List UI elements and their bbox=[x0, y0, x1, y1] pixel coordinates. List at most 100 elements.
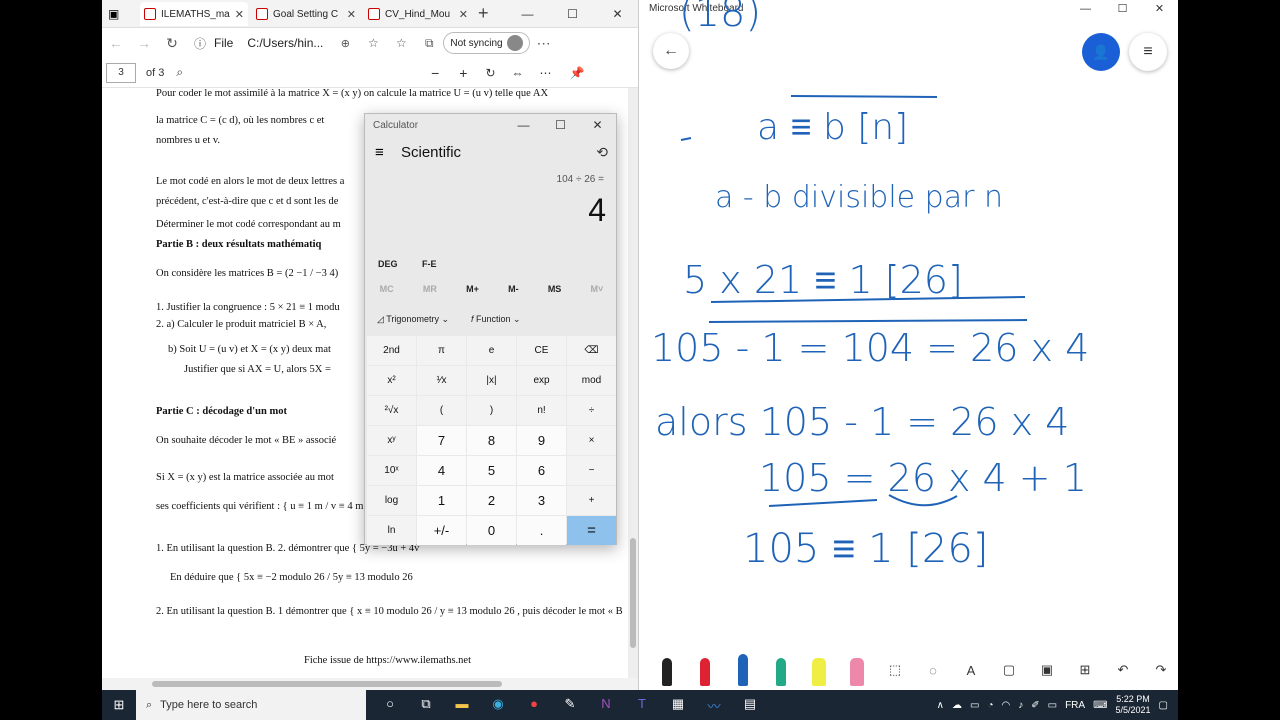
minimize-icon[interactable]: — bbox=[505, 114, 542, 136]
lasso-icon[interactable]: ◌ bbox=[919, 663, 947, 678]
key-0[interactable]: 0 bbox=[467, 516, 516, 545]
key-negate[interactable]: +/- bbox=[417, 516, 466, 545]
memory-list-button[interactable]: M˅ bbox=[591, 284, 604, 294]
calculator-app-icon[interactable]: ▦ bbox=[664, 696, 692, 715]
clock[interactable]: 5:22 PM 5/5/2021 bbox=[1116, 694, 1151, 716]
key-7[interactable]: 7 bbox=[417, 426, 466, 455]
red-pen-tool[interactable] bbox=[691, 654, 719, 686]
key-2[interactable]: 2 bbox=[467, 486, 516, 515]
maximize-icon[interactable]: ☐ bbox=[542, 114, 579, 136]
task-view-icon[interactable]: ⧉ bbox=[412, 696, 440, 715]
key-open-paren[interactable]: ( bbox=[417, 396, 466, 425]
battery-icon[interactable]: ▭ bbox=[1048, 700, 1057, 711]
redo-icon[interactable]: ↷ bbox=[1147, 662, 1175, 678]
m-plus-button[interactable]: M+ bbox=[466, 284, 479, 294]
maximize-icon[interactable]: ☐ bbox=[550, 0, 595, 28]
rotate-icon[interactable]: ↻ bbox=[485, 66, 495, 80]
add-icon[interactable]: ⊞ bbox=[1071, 662, 1099, 678]
pin-icon[interactable]: 📌 bbox=[570, 66, 585, 80]
close-icon[interactable]: ✕ bbox=[459, 8, 468, 21]
hamburger-menu-icon[interactable]: ≡ bbox=[375, 144, 384, 161]
collections-icon[interactable]: ⧉ bbox=[415, 36, 443, 51]
teams-icon[interactable]: T bbox=[628, 696, 656, 715]
file-explorer-icon[interactable]: ▬ bbox=[448, 696, 476, 715]
minimize-icon[interactable]: — bbox=[505, 0, 550, 28]
key-e[interactable]: e bbox=[467, 336, 516, 365]
key-minus[interactable]: − bbox=[567, 456, 616, 485]
key-close-paren[interactable]: ) bbox=[467, 396, 516, 425]
close-icon[interactable]: ✕ bbox=[235, 8, 244, 21]
chrome-icon[interactable]: ● bbox=[520, 696, 548, 715]
mc-button[interactable]: MC bbox=[380, 284, 394, 294]
key-square[interactable]: x² bbox=[367, 366, 416, 395]
tab-actions-icon[interactable]: ▣ bbox=[108, 7, 119, 21]
note-icon[interactable]: ▢ bbox=[995, 662, 1023, 678]
m-minus-button[interactable]: M- bbox=[508, 284, 519, 294]
angle-mode-button[interactable]: DEG bbox=[378, 259, 398, 269]
key-exp[interactable]: exp bbox=[517, 366, 566, 395]
key-log[interactable]: log bbox=[367, 486, 416, 515]
key-divide[interactable]: ÷ bbox=[567, 396, 616, 425]
key-reciprocal[interactable]: ¹⁄x bbox=[417, 366, 466, 395]
eraser-icon[interactable]: ⬚ bbox=[881, 662, 909, 678]
key-factorial[interactable]: n! bbox=[517, 396, 566, 425]
key-ln[interactable]: ln bbox=[367, 516, 416, 545]
forward-icon[interactable]: → bbox=[130, 35, 158, 51]
windows-start-icon[interactable]: ⊞ bbox=[102, 697, 136, 713]
backspace-icon[interactable]: ⌫ bbox=[567, 336, 616, 365]
back-icon[interactable]: ← bbox=[102, 35, 130, 51]
fe-button[interactable]: F-E bbox=[422, 259, 437, 269]
key-plus[interactable]: + bbox=[567, 486, 616, 515]
green-pen-tool[interactable] bbox=[767, 654, 795, 686]
language-indicator[interactable]: FRA bbox=[1065, 700, 1085, 711]
vertical-scrollbar[interactable] bbox=[628, 88, 638, 678]
fit-page-icon[interactable]: ⇔ bbox=[512, 66, 524, 80]
yellow-highlighter-tool[interactable] bbox=[805, 654, 833, 686]
key-abs[interactable]: |x| bbox=[467, 366, 516, 395]
cloud-icon[interactable]: ☁ bbox=[952, 700, 962, 711]
key-8[interactable]: 8 bbox=[467, 426, 516, 455]
zoom-icon[interactable]: ⊕ bbox=[331, 37, 359, 50]
volume-icon[interactable]: ♪ bbox=[1018, 700, 1023, 711]
key-4[interactable]: 4 bbox=[417, 456, 466, 485]
key-decimal[interactable]: . bbox=[517, 516, 566, 545]
key-ce[interactable]: CE bbox=[517, 336, 566, 365]
horizontal-scrollbar[interactable] bbox=[102, 678, 638, 690]
more-options-icon[interactable]: ⋯ bbox=[540, 66, 552, 80]
wifi-icon[interactable]: ◠ bbox=[1001, 700, 1010, 711]
text-icon[interactable]: A bbox=[957, 663, 985, 678]
chevron-up-icon[interactable]: ∧ bbox=[937, 700, 944, 711]
box-icon[interactable]: ▭ bbox=[970, 700, 979, 711]
new-tab-icon[interactable]: + bbox=[478, 3, 489, 24]
key-power[interactable]: xʸ bbox=[367, 426, 416, 455]
key-sqrt[interactable]: ²√x bbox=[367, 396, 416, 425]
close-window-icon[interactable]: ✕ bbox=[595, 0, 638, 28]
black-pen-tool[interactable] bbox=[653, 654, 681, 686]
key-pi[interactable]: π bbox=[417, 336, 466, 365]
ms-button[interactable]: MS bbox=[548, 284, 562, 294]
app-icon[interactable]: ▤ bbox=[736, 696, 764, 715]
tab-ilemaths[interactable]: ILEMATHS_ma ✕ bbox=[140, 2, 248, 26]
more-icon[interactable]: ⋯ bbox=[530, 35, 558, 52]
key-ten-power[interactable]: 10ˣ bbox=[367, 456, 416, 485]
scroll-thumb[interactable] bbox=[630, 538, 636, 648]
undo-icon[interactable]: ↶ bbox=[1109, 662, 1137, 678]
whiteboard-active-icon[interactable]: 〰 bbox=[700, 696, 728, 715]
key-5[interactable]: 5 bbox=[467, 456, 516, 485]
mr-button[interactable]: MR bbox=[423, 284, 437, 294]
key-mod[interactable]: mod bbox=[567, 366, 616, 395]
trigonometry-dropdown[interactable]: ◿ Trigonometry ⌄ bbox=[377, 314, 449, 325]
function-dropdown[interactable]: f Function ⌄ bbox=[471, 314, 521, 325]
favorites-bar-icon[interactable]: ☆ bbox=[387, 36, 415, 50]
favorite-icon[interactable]: ☆ bbox=[359, 36, 387, 50]
network-icon[interactable]: ◔ bbox=[987, 700, 993, 711]
url-field[interactable]: C:/Users/hin... bbox=[247, 36, 331, 50]
zoom-in-icon[interactable]: + bbox=[459, 65, 467, 81]
onenote-icon[interactable]: N bbox=[592, 696, 620, 715]
cortana-icon[interactable]: ○ bbox=[376, 696, 404, 715]
key-1[interactable]: 1 bbox=[417, 486, 466, 515]
scroll-thumb[interactable] bbox=[152, 681, 502, 687]
sync-button[interactable]: Not syncing bbox=[443, 32, 530, 54]
key-equals[interactable]: = bbox=[567, 516, 616, 545]
pen-icon[interactable]: ✐ bbox=[1031, 700, 1039, 711]
